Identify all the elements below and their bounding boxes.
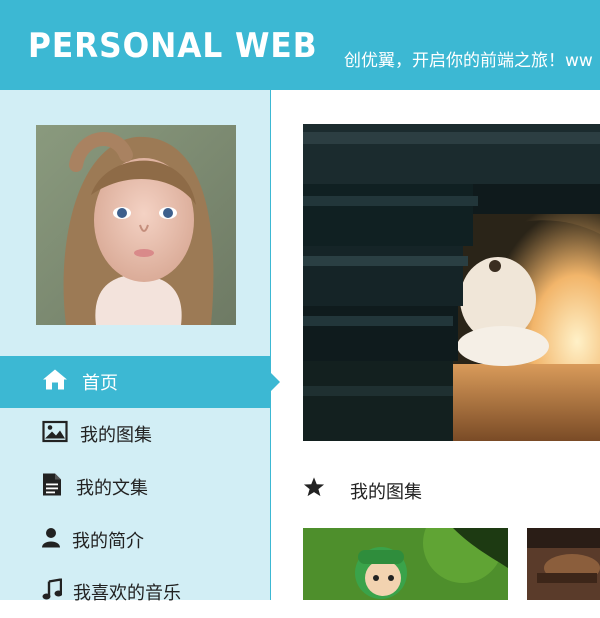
gallery-thumbnail[interactable] xyxy=(303,528,508,600)
sidebar-item-label: 首页 xyxy=(82,373,118,394)
image-icon xyxy=(42,420,68,448)
music-icon xyxy=(42,578,63,606)
sidebar-item-articles[interactable]: 我的文集 xyxy=(0,461,270,513)
avatar xyxy=(36,125,236,325)
header-slogan: 创优翼，开启你的前端之旅！ww xyxy=(344,51,593,71)
sidebar-item-gallery[interactable]: 我的图集 xyxy=(0,408,270,460)
sidebar-item-label: 我喜欢的音乐 xyxy=(73,583,181,604)
sidebar-item-profile[interactable]: 我的简介 xyxy=(0,514,270,566)
header-bar: PERSONAL WEB 创优翼，开启你的前端之旅！ww xyxy=(0,0,600,90)
sidebar-item-music[interactable]: 我喜欢的音乐 xyxy=(0,566,270,618)
sidebar-item-label: 我的文集 xyxy=(76,478,148,499)
home-icon xyxy=(42,368,68,397)
gallery-title: 我的图集 xyxy=(350,482,422,503)
banner-image[interactable] xyxy=(303,124,600,441)
user-icon xyxy=(42,528,60,553)
sidebar-item-home[interactable]: 首页 xyxy=(0,356,280,408)
sidebar: 首页 我的图集 我的文集 我的简介 我喜欢的音乐 xyxy=(0,90,280,604)
gallery-section-title: 我的图集 xyxy=(303,470,600,506)
gallery-thumbnail[interactable] xyxy=(527,528,600,600)
document-icon xyxy=(42,473,62,502)
site-logo[interactable]: PERSONAL WEB xyxy=(28,26,317,66)
sidebar-item-label: 我的简介 xyxy=(72,531,144,552)
sidebar-item-label: 我的图集 xyxy=(80,425,152,446)
star-icon xyxy=(303,476,325,502)
